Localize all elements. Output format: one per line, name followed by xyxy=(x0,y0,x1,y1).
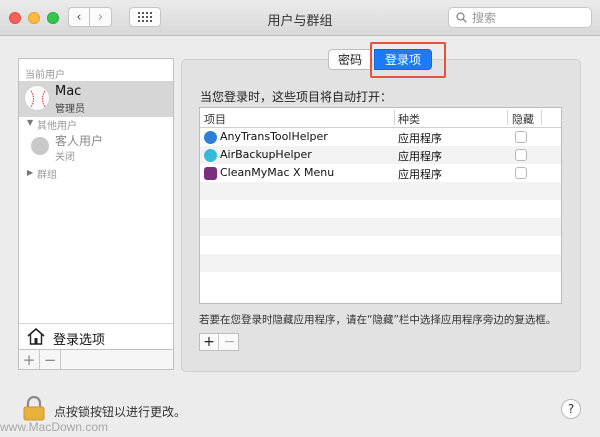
column-hide[interactable]: 隐藏 xyxy=(512,111,534,127)
guest-avatar-icon xyxy=(31,137,49,155)
empty-row xyxy=(200,254,561,272)
row-app-name: AirBackupHelper xyxy=(220,148,312,161)
airbackup-icon xyxy=(204,149,217,162)
tab-password[interactable]: 密码 xyxy=(328,49,372,70)
empty-row xyxy=(200,182,561,200)
home-icon xyxy=(27,328,45,345)
sidebar-add-remove: + − xyxy=(18,350,174,370)
remove-user-button[interactable]: − xyxy=(40,350,61,369)
preferences-window: ‹ › 用户与群组 搜索 当前用户 Mac 管理员 ▼ 其他用户 客人用户 关闭… xyxy=(0,0,600,437)
column-divider xyxy=(507,110,508,125)
column-item[interactable]: 项目 xyxy=(204,111,226,127)
tab-login-items[interactable]: 登录项 xyxy=(374,49,432,70)
column-kind[interactable]: 种类 xyxy=(398,111,420,127)
users-sidebar: 当前用户 Mac 管理员 ▼ 其他用户 客人用户 关闭 ▶ 群组 登录选项 xyxy=(18,58,174,350)
groups-heading: 群组 xyxy=(37,170,57,181)
hide-checkbox[interactable] xyxy=(515,131,527,143)
guest-user-state: 关闭 xyxy=(55,152,75,163)
tab-bar: 密码 xyxy=(328,49,372,71)
column-divider xyxy=(541,110,542,125)
baseball-avatar-icon xyxy=(24,85,50,111)
login-options-item[interactable]: 登录选项 xyxy=(19,323,173,349)
lock-icon[interactable] xyxy=(22,395,46,421)
help-button[interactable]: ? xyxy=(561,399,581,419)
current-users-heading: 当前用户 xyxy=(25,70,65,81)
table-header: 项目 种类 隐藏 xyxy=(200,108,561,128)
table-row[interactable]: CleanMyMac X Menu 应用程序 xyxy=(200,164,561,182)
login-options-label: 登录选项 xyxy=(53,333,106,348)
user-role: 管理员 xyxy=(55,104,85,115)
search-icon xyxy=(456,12,467,23)
empty-row xyxy=(200,236,561,254)
table-row[interactable]: AirBackupHelper 应用程序 xyxy=(200,146,561,164)
watermark: www.MacDown.com xyxy=(0,420,109,434)
sidebar-user-mac[interactable]: Mac 管理员 xyxy=(19,81,173,117)
search-field[interactable]: 搜索 xyxy=(448,7,592,28)
guest-user-name[interactable]: 客人用户 xyxy=(55,132,103,149)
title-bar: ‹ › 用户与群组 搜索 xyxy=(0,0,600,36)
row-app-name: AnyTransToolHelper xyxy=(220,130,328,143)
user-name: Mac xyxy=(55,84,82,99)
login-items-headline: 当您登录时，这些项目将自动打开： xyxy=(200,90,393,104)
disclosure-open-icon[interactable]: ▼ xyxy=(27,118,33,127)
column-divider xyxy=(394,110,395,125)
anytrans-icon xyxy=(204,131,217,144)
add-user-button[interactable]: + xyxy=(19,350,40,369)
empty-row xyxy=(200,218,561,236)
row-kind: 应用程序 xyxy=(398,168,442,181)
row-kind: 应用程序 xyxy=(398,150,442,163)
lock-hint-text: 点按锁按钮以进行更改。 xyxy=(54,405,187,419)
empty-row xyxy=(200,200,561,218)
empty-row xyxy=(200,272,561,290)
search-placeholder: 搜索 xyxy=(472,11,497,25)
remove-login-item-button[interactable]: − xyxy=(220,334,239,350)
row-app-name: CleanMyMac X Menu xyxy=(220,166,335,179)
other-users-heading: 其他用户 xyxy=(37,121,77,132)
hide-checkbox[interactable] xyxy=(515,167,527,179)
hide-checkbox[interactable] xyxy=(515,149,527,161)
login-items-table: 项目 种类 隐藏 AnyTransToolHelper 应用程序 AirBack… xyxy=(199,107,562,304)
hide-hint-text: 若要在您登录时隐藏应用程序，请在“隐藏”栏中选择应用程序旁边的复选框。 xyxy=(199,314,557,326)
disclosure-closed-icon[interactable]: ▶ xyxy=(27,168,33,177)
cleanmymac-icon xyxy=(204,167,217,180)
row-kind: 应用程序 xyxy=(398,132,442,145)
login-items-add-remove: + − xyxy=(199,333,239,351)
table-row[interactable]: AnyTransToolHelper 应用程序 xyxy=(200,128,561,146)
add-login-item-button[interactable]: + xyxy=(200,334,219,350)
